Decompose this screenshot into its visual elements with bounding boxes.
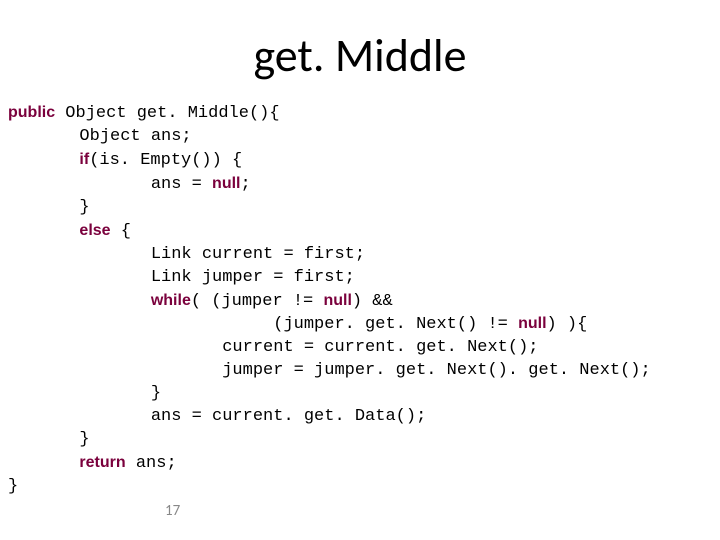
code-line: while( (jumper != null) && bbox=[8, 290, 720, 314]
code-text: ans = current. get. Data(); bbox=[8, 407, 426, 426]
code-keyword: while bbox=[151, 292, 191, 309]
code-block: public Object get. Middle(){ Object ans;… bbox=[0, 102, 720, 499]
code-text: jumper = jumper. get. Next(). get. Next(… bbox=[8, 361, 651, 380]
code-text: ) && bbox=[352, 292, 403, 311]
code-line: current = current. get. Next(); bbox=[8, 337, 720, 360]
code-line: return ans; bbox=[8, 452, 720, 476]
code-line: Link jumper = first; bbox=[8, 267, 720, 290]
code-text: Link jumper = first; bbox=[8, 268, 355, 287]
code-line: public Object get. Middle(){ bbox=[8, 102, 720, 126]
code-text bbox=[8, 151, 79, 170]
code-text bbox=[8, 222, 79, 241]
code-line: jumper = jumper. get. Next(). get. Next(… bbox=[8, 360, 720, 383]
page-number: 17 bbox=[165, 502, 180, 520]
code-text: ans; bbox=[126, 454, 177, 473]
code-text: ; bbox=[240, 175, 250, 194]
code-keyword: return bbox=[79, 454, 125, 471]
code-line: if(is. Empty()) { bbox=[8, 149, 720, 173]
code-line: } bbox=[8, 476, 720, 499]
code-keyword: if bbox=[79, 151, 89, 168]
code-line: (jumper. get. Next() != null) ){ bbox=[8, 313, 720, 337]
code-text: } bbox=[8, 198, 90, 217]
code-text: (jumper. get. Next() != bbox=[8, 315, 518, 334]
code-line: Link current = first; bbox=[8, 244, 720, 267]
code-text: } bbox=[8, 477, 18, 496]
code-text: Link current = first; bbox=[8, 245, 365, 264]
code-line: } bbox=[8, 197, 720, 220]
code-keyword: null bbox=[518, 315, 546, 332]
code-text: current = current. get. Next(); bbox=[8, 338, 539, 357]
slide-title: get. Middle bbox=[0, 0, 720, 102]
code-keyword: null bbox=[212, 175, 240, 192]
slide: get. Middle public Object get. Middle(){… bbox=[0, 0, 720, 540]
code-text: ans = bbox=[8, 175, 212, 194]
code-text: } bbox=[8, 430, 90, 449]
code-keyword: public bbox=[8, 104, 55, 121]
code-text: { bbox=[111, 222, 131, 241]
code-keyword: else bbox=[79, 222, 110, 239]
code-line: ans = current. get. Data(); bbox=[8, 406, 720, 429]
code-text: ) ){ bbox=[547, 315, 588, 334]
code-line: ans = null; bbox=[8, 173, 720, 197]
code-line: } bbox=[8, 383, 720, 406]
code-line: } bbox=[8, 429, 720, 452]
code-text bbox=[8, 292, 151, 311]
code-text: Object ans; bbox=[8, 127, 192, 146]
code-text: (is. Empty()) { bbox=[89, 151, 242, 170]
code-line: Object ans; bbox=[8, 126, 720, 149]
code-keyword: null bbox=[323, 292, 351, 309]
code-text bbox=[8, 454, 79, 473]
code-line: else { bbox=[8, 220, 720, 244]
code-text: Object get. Middle(){ bbox=[55, 104, 279, 123]
code-text: } bbox=[8, 384, 161, 403]
code-text: ( (jumper != bbox=[191, 292, 324, 311]
